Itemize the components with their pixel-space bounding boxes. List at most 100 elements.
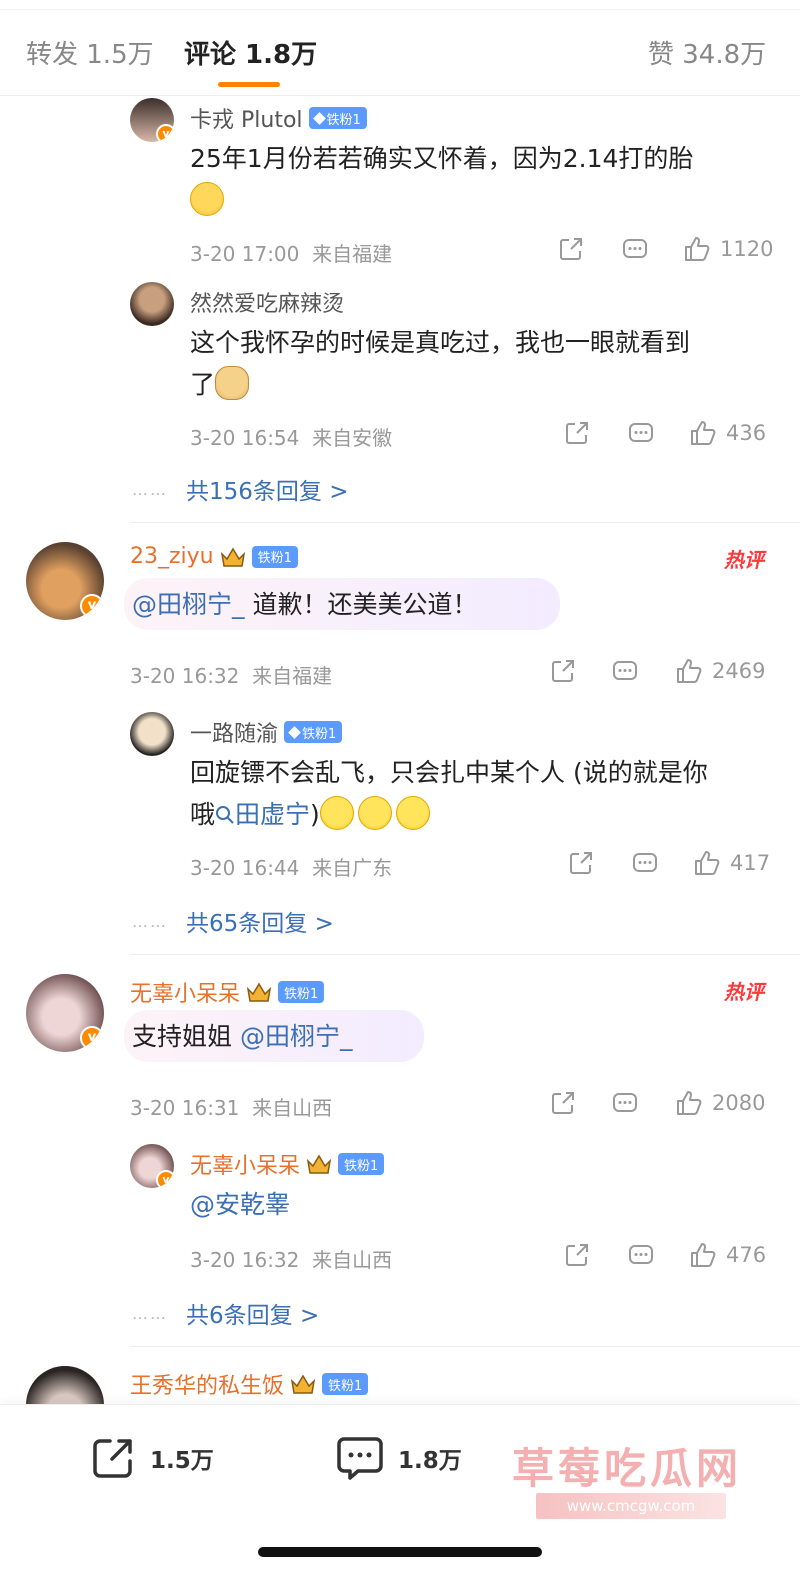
avatar[interactable] (130, 282, 174, 326)
more-replies-label[interactable]: 共156条回复 > (186, 479, 348, 505)
comment-meta: 3-20 16:31 来自山西 (130, 1092, 332, 1121)
reply-content-prefix: 哦 (190, 800, 216, 829)
share-icon (566, 1244, 588, 1266)
username[interactable]: 然然爱吃麻辣烫 (190, 286, 344, 318)
view-more-replies[interactable]: …… 共65条回复 > (132, 904, 334, 938)
search-link[interactable]: 田虚宁 (215, 800, 310, 829)
comment-button[interactable] (632, 852, 658, 876)
comment-input-button[interactable]: 1.8万 (336, 1435, 462, 1481)
tab-repost[interactable]: 转发 1.5万 (26, 34, 154, 71)
comment-button[interactable] (628, 422, 654, 446)
timestamp: 3-20 16:31 (130, 1096, 240, 1120)
diamond-icon (288, 725, 301, 739)
avatar[interactable]: v (26, 542, 104, 620)
reply-content-suffix: ) (310, 800, 320, 829)
username[interactable]: 无辜小呆呆 (190, 1148, 300, 1180)
like-button[interactable]: 2080 (676, 1090, 765, 1116)
diamond-icon (312, 111, 326, 125)
reply-content: 25年1月份若若确实又怀着，因为2.14打的胎 (190, 144, 694, 173)
reply-author[interactable]: 一路随渝 铁粉1 (190, 716, 343, 748)
comment-button[interactable] (628, 1244, 654, 1268)
comment-button[interactable] (622, 238, 648, 262)
thumbs-up-icon (695, 851, 720, 875)
search-icon (216, 806, 234, 824)
like-button[interactable]: 2469 (676, 658, 765, 684)
share-button[interactable] (550, 658, 576, 684)
reply-author[interactable]: 无辜小呆呆 铁粉1 (190, 1148, 385, 1180)
crying-face-icon (190, 182, 224, 216)
avatar[interactable]: v (130, 1144, 174, 1188)
crown-icon (220, 547, 245, 567)
reply-meta: 3-20 17:00 来自福建 (190, 238, 392, 267)
location: 来自福建 (312, 242, 393, 266)
timestamp: 3-20 16:44 (190, 856, 300, 880)
comment-author[interactable]: 无辜小呆呆 铁粉1 (130, 976, 325, 1008)
mention-link[interactable]: @安乾睾 (190, 1190, 290, 1219)
comment-icon (337, 1437, 383, 1480)
comment-content: 道歉！还美美公道！ (244, 590, 478, 619)
repost-button[interactable]: 1.5万 (90, 1435, 214, 1481)
avatar[interactable]: v (26, 974, 104, 1052)
search-link-label[interactable]: 田虚宁 (235, 800, 310, 829)
reply-meta: 3-20 16:32 来自山西 (190, 1244, 392, 1273)
reply-text: 25年1月份若若确实又怀着，因为2.14打的胎 (190, 138, 770, 222)
more-replies-label[interactable]: 共65条回复 > (186, 911, 334, 937)
like-count: 2469 (712, 659, 766, 683)
username[interactable]: 无辜小呆呆 (130, 976, 240, 1008)
like-count: 417 (730, 851, 771, 875)
reply-author[interactable]: 然然爱吃麻辣烫 (190, 286, 344, 318)
share-button[interactable] (564, 1242, 590, 1268)
share-icon (560, 238, 582, 260)
verified-icon: v (156, 1170, 174, 1188)
username[interactable]: 王秀华的私生饭 (130, 1368, 284, 1400)
username[interactable]: 23_ziyu (130, 544, 214, 569)
comment-text: 支持姐姐 @田栩宁_ (132, 1016, 732, 1058)
like-button[interactable]: 417 (694, 850, 770, 876)
timestamp: 3-20 16:32 (190, 1248, 300, 1272)
smile-icon (357, 796, 392, 830)
share-button[interactable] (564, 420, 590, 446)
home-indicator[interactable] (258, 1547, 542, 1557)
dots-icon: …… (132, 480, 168, 499)
reply-author[interactable]: 卡戎 Plutol 铁粉1 (190, 102, 367, 134)
verified-icon: v (80, 594, 104, 618)
comment-button[interactable] (612, 1092, 638, 1116)
more-replies-label[interactable]: 共6条回复 > (186, 1303, 319, 1329)
view-more-replies[interactable]: …… 共6条回复 > (132, 1296, 319, 1330)
reply-content-line2: 了 (190, 370, 216, 399)
share-button[interactable] (568, 850, 594, 876)
badge-label: 铁粉1 (257, 551, 292, 566)
comment-author[interactable]: 王秀华的私生饭 铁粉1 (130, 1368, 369, 1400)
share-icon (93, 1439, 132, 1478)
share-icon (566, 422, 588, 444)
location: 来自山西 (312, 1248, 393, 1272)
badge-label: 铁粉1 (284, 986, 319, 1002)
username[interactable]: 卡戎 Plutol (190, 102, 303, 134)
mention-link[interactable]: @田栩宁_ (132, 590, 245, 619)
comment-tabs: 转发 1.5万 评论 1.8万 赞 34.8万 (0, 0, 800, 96)
like-button[interactable]: 476 (690, 1242, 766, 1268)
avatar[interactable] (130, 712, 174, 756)
like-button[interactable]: 436 (690, 420, 766, 446)
like-count: 476 (726, 1243, 767, 1267)
like-count: 1120 (720, 237, 774, 261)
reply-meta: 3-20 16:44 来自广东 (190, 852, 392, 881)
share-button[interactable] (550, 1090, 576, 1116)
tab-comments[interactable]: 评论 1.8万 (184, 34, 317, 71)
thumbs-up-icon (685, 237, 710, 261)
divider (130, 522, 800, 523)
username[interactable]: 一路随渝 (190, 716, 278, 748)
comment-text: @田栩宁_ 道歉！还美美公道！ (132, 584, 732, 626)
mention-link[interactable]: @田栩宁_ (240, 1022, 353, 1051)
comment-button[interactable] (612, 660, 638, 684)
comment-icon (613, 661, 637, 680)
tab-likes[interactable]: 赞 34.8万 (648, 34, 766, 71)
timestamp: 3-20 16:54 (190, 426, 300, 450)
avatar[interactable]: v (130, 98, 174, 142)
comment-author[interactable]: 23_ziyu 铁粉1 (130, 544, 298, 569)
fan-badge: 铁粉1 (308, 107, 367, 129)
share-button[interactable] (558, 236, 584, 262)
location: 来自安徽 (312, 426, 393, 450)
like-button[interactable]: 1120 (684, 236, 773, 262)
view-more-replies[interactable]: …… 共156条回复 > (132, 472, 348, 506)
